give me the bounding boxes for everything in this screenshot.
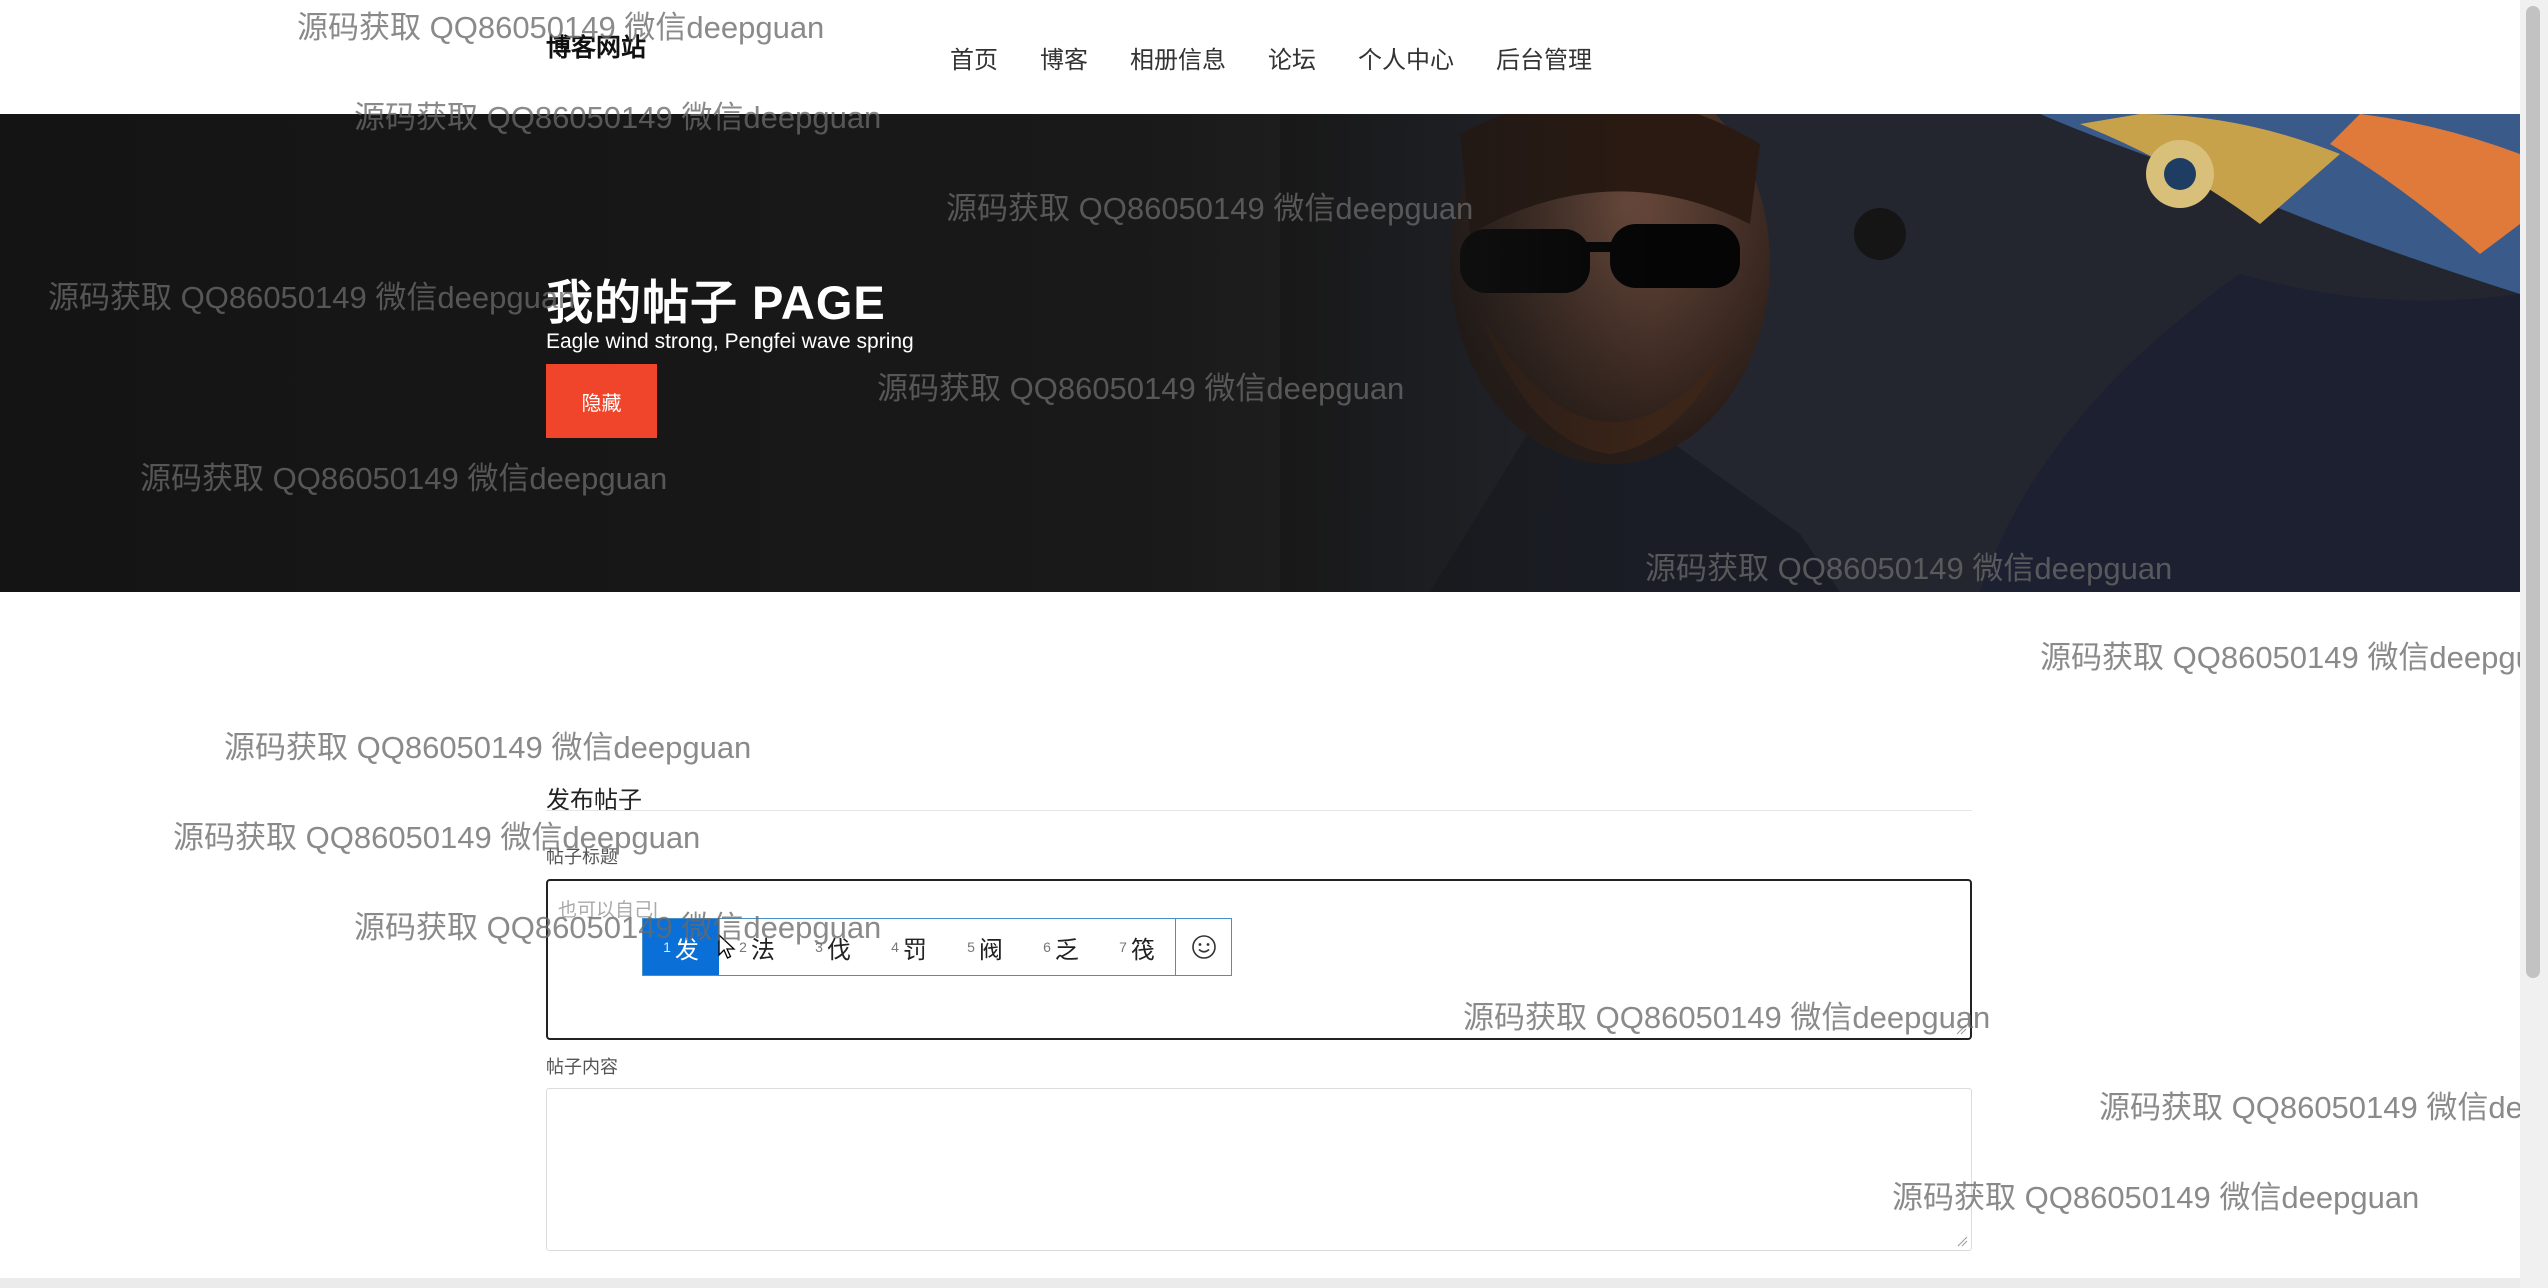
post-content-input[interactable] bbox=[546, 1088, 1972, 1251]
ime-candidate[interactable]: 6乏 bbox=[1023, 919, 1099, 975]
scrollbar-thumb[interactable] bbox=[2526, 6, 2540, 978]
nav-home[interactable]: 首页 bbox=[950, 40, 998, 75]
mouse-pointer-icon bbox=[718, 934, 736, 959]
hero-title: 我的帖子 PAGE bbox=[546, 276, 886, 329]
divider bbox=[546, 810, 1972, 811]
ime-candidate-number: 5 bbox=[967, 939, 975, 955]
post-title-label: 帖子标题 bbox=[546, 847, 618, 867]
ime-candidate-number: 7 bbox=[1119, 939, 1127, 955]
ime-candidate-text: 阀 bbox=[978, 936, 1003, 964]
watermark: 源码获取 QQ86050149 微信deepguan bbox=[224, 730, 752, 765]
ime-candidate-text: 罚 bbox=[902, 936, 927, 964]
ime-candidate-number: 2 bbox=[739, 939, 747, 955]
resize-handle-icon[interactable] bbox=[1955, 1023, 1967, 1035]
nav-forum[interactable]: 论坛 bbox=[1268, 40, 1316, 75]
watermark: 源码获取 QQ86050149 微信deepguan bbox=[173, 820, 701, 855]
ime-candidate-number: 6 bbox=[1043, 939, 1051, 955]
hero-subtitle: Eagle wind strong, Pengfei wave spring bbox=[546, 330, 914, 353]
site-logo[interactable]: 博客网站 bbox=[546, 28, 646, 64]
ime-candidate-text: 伐 bbox=[826, 936, 851, 964]
ime-candidate-number: 4 bbox=[891, 939, 899, 955]
ime-candidate[interactable]: 3伐 bbox=[795, 919, 871, 975]
horizontal-scrollbar[interactable] bbox=[0, 1278, 2520, 1288]
watermark: 源码获取 QQ86050149 微信deepguan bbox=[2099, 1090, 2548, 1125]
ime-candidate[interactable]: 5阀 bbox=[947, 919, 1023, 975]
resize-handle-icon[interactable] bbox=[1956, 1235, 1968, 1247]
ime-candidate[interactable]: 1发 bbox=[643, 919, 719, 975]
watermark: 源码获取 QQ86050149 微信deepguan bbox=[2040, 640, 2548, 675]
hero-banner: 我的帖子 PAGE Eagle wind strong, Pengfei wav… bbox=[0, 114, 2520, 592]
ime-candidate[interactable]: 7筏 bbox=[1099, 919, 1175, 975]
nav-album[interactable]: 相册信息 bbox=[1130, 40, 1226, 75]
smiley-face-icon[interactable] bbox=[1175, 919, 1231, 975]
post-content-label: 帖子内容 bbox=[546, 1057, 618, 1077]
ime-candidate-number: 3 bbox=[815, 939, 823, 955]
hide-button[interactable]: 隐藏 bbox=[546, 364, 657, 438]
ime-candidate-text: 乏 bbox=[1054, 936, 1079, 964]
nav-profile[interactable]: 个人中心 bbox=[1358, 40, 1454, 75]
hero-photo bbox=[1280, 114, 2520, 592]
ime-candidate[interactable]: 4罚 bbox=[871, 919, 947, 975]
nav-blog[interactable]: 博客 bbox=[1040, 40, 1088, 75]
ime-candidate-text: 筏 bbox=[1130, 936, 1155, 964]
ime-candidate-text: 发 bbox=[674, 936, 699, 964]
nav-admin[interactable]: 后台管理 bbox=[1496, 40, 1592, 75]
top-navbar: 博客网站 首页 博客 相册信息 论坛 个人中心 后台管理 bbox=[0, 0, 2520, 114]
ime-candidate-text: 法 bbox=[750, 936, 775, 964]
ime-candidate-number: 1 bbox=[663, 939, 671, 955]
main-nav: 首页 博客 相册信息 论坛 个人中心 后台管理 bbox=[950, 40, 1592, 75]
